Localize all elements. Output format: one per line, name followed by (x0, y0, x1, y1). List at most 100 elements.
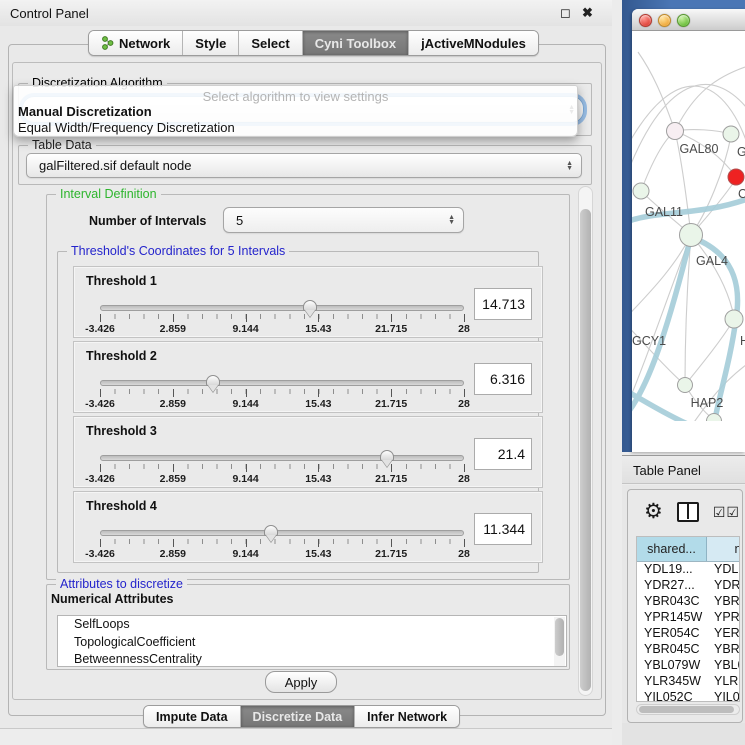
table-row[interactable]: YIL052CYIL0... (637, 690, 740, 702)
tick-label: 2.859 (160, 473, 186, 485)
cell[interactable]: YIL052C (637, 690, 707, 702)
cell[interactable]: YLR3... (707, 674, 740, 690)
cell[interactable]: YPR145W (637, 610, 707, 626)
threshold-3-value[interactable]: 21.4 (474, 438, 532, 470)
network-canvas[interactable]: GAL80 GA C GAL11 GAL4 GCY1 H HAP2 (632, 32, 745, 421)
settings-scroll-area: Interval Definition Number of Intervals … (16, 186, 576, 696)
cell[interactable]: YER0... (707, 626, 740, 642)
tab-impute-data[interactable]: Impute Data (144, 706, 241, 727)
table-scrollbar-thumb[interactable] (639, 706, 734, 713)
list-item[interactable]: BetweennessCentrality (58, 651, 566, 667)
select-columns-icon[interactable]: ☑☑ (713, 504, 740, 521)
cell[interactable]: YDR2... (707, 578, 740, 594)
node-partial[interactable] (707, 414, 722, 422)
dropdown-option-equal-width[interactable]: Equal Width/Frequency Discretization (18, 120, 570, 135)
close-button-icon[interactable] (639, 14, 652, 27)
threshold-1-value[interactable]: 14.713 (474, 288, 532, 320)
tick-label: 15.43 (305, 548, 331, 560)
table-row[interactable]: YDL19...YDL1... (637, 562, 740, 578)
cell[interactable]: YBR0... (707, 642, 740, 658)
numerical-attributes-list[interactable]: SelfLoops TopologicalCoefficient Between… (57, 615, 567, 667)
network-view-window: GAL80 GA C GAL11 GAL4 GCY1 H HAP2 (622, 0, 745, 452)
cell[interactable]: YBR043C (637, 594, 707, 610)
settings-scrollbar-thumb[interactable] (580, 209, 591, 691)
cell[interactable]: YDL1... (707, 562, 740, 578)
node-ga[interactable] (723, 126, 739, 142)
cell[interactable]: YBL0... (707, 658, 740, 674)
cell[interactable]: YPR1... (707, 610, 740, 626)
float-window-icon[interactable]: ◻ (560, 5, 571, 21)
list-item[interactable]: SelfLoops (58, 616, 566, 634)
threshold-4-scale: -3.4262.8599.14415.4321.71528 (100, 539, 464, 561)
slider-thumb[interactable] (303, 300, 317, 311)
tab-network[interactable]: Network (89, 31, 183, 55)
table-row[interactable]: YDR27...YDR2... (637, 578, 740, 594)
list-scrollbar[interactable] (554, 617, 565, 667)
list-item[interactable]: TopologicalCoefficient (58, 634, 566, 652)
table-row[interactable]: YBR045CYBR0... (637, 642, 740, 658)
cell[interactable]: YIL0... (707, 690, 740, 702)
tab-discretize-data-label: Discretize Data (253, 710, 343, 724)
threshold-2-slider[interactable] (100, 380, 464, 386)
table-horizontal-scrollbar[interactable] (636, 704, 740, 715)
cell[interactable]: YDR27... (637, 578, 707, 594)
table-row[interactable]: YPR145WYPR1... (637, 610, 740, 626)
slider-thumb[interactable] (264, 525, 278, 536)
threshold-4-value[interactable]: 11.344 (474, 513, 532, 545)
column-header-name[interactable]: na (707, 537, 740, 561)
network-window-titlebar[interactable] (632, 9, 745, 31)
tick-label: 28 (458, 473, 470, 485)
table-row[interactable]: YBR043CYBR0... (637, 594, 740, 610)
tick-label: -3.426 (85, 548, 115, 560)
threshold-3-slider[interactable] (100, 455, 464, 461)
node-gal4[interactable] (680, 224, 703, 247)
minimize-button-icon[interactable] (658, 14, 671, 27)
table-row[interactable]: YLR345WYLR3... (637, 674, 740, 690)
tick-label: 15.43 (305, 398, 331, 410)
close-panel-icon[interactable]: ✖ (582, 5, 593, 21)
table-row[interactable]: YER054CYER0... (637, 626, 740, 642)
threshold-3-row: Threshold 3 -3.4262.8599.14415.4321.7152… (73, 416, 543, 488)
tab-style[interactable]: Style (183, 31, 239, 55)
bottom-tab-bar: Impute Data Discretize Data Infer Networ… (143, 705, 460, 728)
list-scrollbar-thumb[interactable] (555, 618, 564, 656)
threshold-2-value[interactable]: 6.316 (474, 363, 532, 395)
tab-cyni-toolbox[interactable]: Cyni Toolbox (303, 31, 409, 55)
table-row[interactable]: YBL079WYBL0... (637, 658, 740, 674)
major-tick (391, 389, 392, 397)
cell[interactable]: YBR045C (637, 642, 707, 658)
dropdown-option-manual[interactable]: Manual Discretization (18, 104, 570, 119)
column-layout-icon[interactable] (677, 502, 699, 522)
panel-gap (612, 0, 622, 745)
threshold-1-slider[interactable] (100, 305, 464, 311)
zoom-button-icon[interactable] (677, 14, 690, 27)
node-selected-red[interactable] (728, 169, 744, 185)
threshold-4-slider[interactable] (100, 530, 464, 536)
cell[interactable]: YBL079W (637, 658, 707, 674)
tab-jactivemnodules-label: jActiveMNodules (421, 36, 526, 51)
num-intervals-combo[interactable]: 5 ▲▼ (223, 207, 464, 233)
apply-button[interactable]: Apply (265, 671, 337, 693)
cell[interactable]: YER054C (637, 626, 707, 642)
column-header-shared-name[interactable]: shared... (637, 537, 707, 561)
tab-jactivemnodules[interactable]: jActiveMNodules (409, 31, 538, 55)
node-gal80[interactable] (667, 123, 684, 140)
cell[interactable]: YBR0... (707, 594, 740, 610)
cell[interactable]: YDL19... (637, 562, 707, 578)
node-gal11[interactable] (633, 183, 649, 199)
slider-thumb[interactable] (380, 450, 394, 461)
slider-thumb[interactable] (206, 375, 220, 386)
cell[interactable]: YLR345W (637, 674, 707, 690)
node-hap2[interactable] (678, 378, 693, 393)
tab-infer-network-label: Infer Network (367, 710, 447, 724)
bottom-strip (622, 723, 745, 745)
tab-discretize-data[interactable]: Discretize Data (241, 706, 356, 727)
tick-label: 21.715 (375, 548, 407, 560)
table-data-combo[interactable]: galFiltered.sif default node ▲▼ (26, 153, 582, 178)
node-h[interactable] (725, 310, 743, 328)
node-table[interactable]: shared... na YDL19...YDL1... YDR27...YDR… (636, 536, 740, 702)
gear-icon[interactable]: ⚙ (644, 502, 663, 522)
settings-scrollbar[interactable] (578, 186, 593, 696)
tab-infer-network[interactable]: Infer Network (355, 706, 459, 727)
tab-select[interactable]: Select (239, 31, 302, 55)
